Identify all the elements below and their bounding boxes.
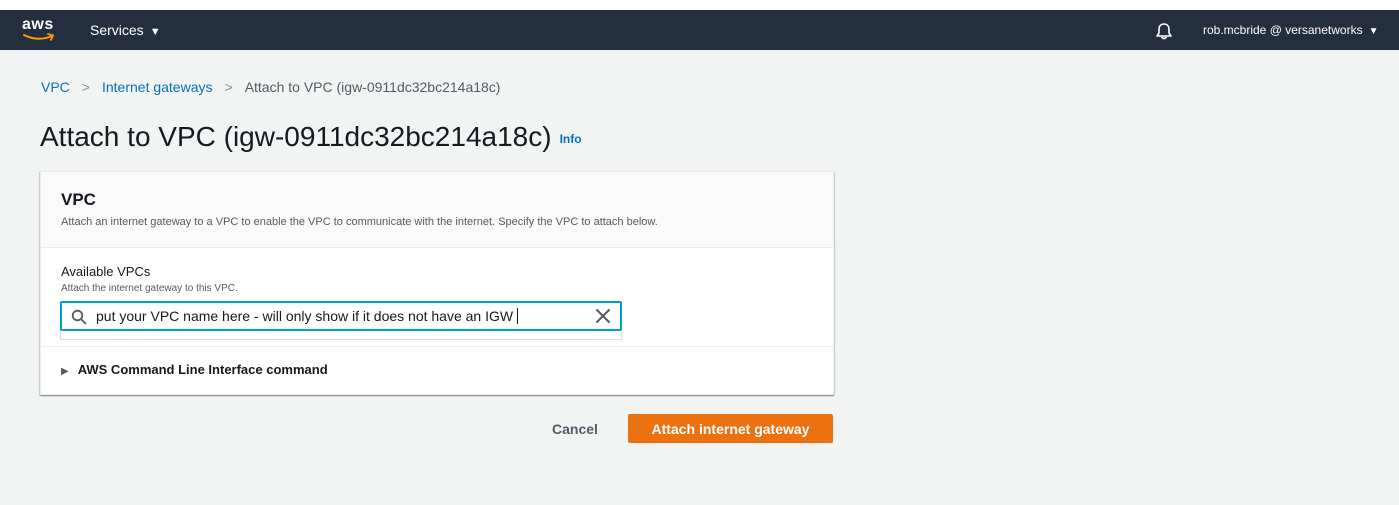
aws-logo[interactable]: aws xyxy=(22,16,58,44)
chevron-right-icon: > xyxy=(224,79,233,95)
cancel-button[interactable]: Cancel xyxy=(538,415,612,443)
close-icon[interactable] xyxy=(595,308,611,324)
vpc-search-input[interactable] xyxy=(96,303,576,329)
services-label: Services xyxy=(90,22,144,38)
cli-command-toggle[interactable]: ▶ AWS Command Line Interface command xyxy=(61,362,328,380)
available-vpcs-description: Attach the internet gateway to this VPC. xyxy=(61,283,238,294)
panel-title: VPC xyxy=(61,190,96,209)
caret-down-icon: ▼ xyxy=(1368,26,1379,37)
bell-icon[interactable] xyxy=(1154,21,1174,41)
top-navbar: aws Services ▼ rob.mcbride @ versanetwork… xyxy=(0,10,1399,50)
panel-description: Attach an internet gateway to a VPC to e… xyxy=(61,216,658,228)
cli-command-label: AWS Command Line Interface command xyxy=(77,362,328,377)
account-label: rob.mcbride @ versanetworks xyxy=(1203,23,1363,37)
caret-down-icon: ▼ xyxy=(149,26,161,38)
breadcrumb: VPC > Internet gateways > Attach to VPC (igw… xyxy=(41,78,500,96)
aws-logo-text: aws xyxy=(22,16,54,33)
text-cursor xyxy=(517,308,518,324)
search-icon xyxy=(71,309,87,325)
page-title: Attach to VPC (igw-0911dc32bc214a18c) xyxy=(40,121,552,152)
attach-internet-gateway-button[interactable]: Attach internet gateway xyxy=(628,414,833,443)
breadcrumb-internet-gateways[interactable]: Internet gateways xyxy=(102,79,213,95)
vpc-dropdown-list xyxy=(60,332,622,340)
caret-right-icon: ▶ xyxy=(61,366,69,377)
panel-header: VPC Attach an internet gateway to a VPC … xyxy=(41,172,833,248)
top-strip xyxy=(0,0,1399,10)
aws-smile-icon xyxy=(23,33,55,41)
account-menu[interactable]: rob.mcbride @ versanetworks ▼ xyxy=(1203,22,1378,40)
chevron-right-icon: > xyxy=(81,79,90,95)
breadcrumb-current: Attach to VPC (igw-0911dc32bc214a18c) xyxy=(244,79,501,95)
vpc-panel: VPC Attach an internet gateway to a VPC … xyxy=(40,171,834,395)
available-vpcs-label: Available VPCs xyxy=(61,264,151,279)
page-title-container: Attach to VPC (igw-0911dc32bc214a18c) Inf… xyxy=(40,120,582,156)
vpc-search-box[interactable] xyxy=(60,301,622,331)
panel-divider xyxy=(41,346,833,347)
info-link[interactable]: Info xyxy=(560,132,582,146)
breadcrumb-vpc[interactable]: VPC xyxy=(41,79,70,95)
services-menu[interactable]: Services ▼ xyxy=(90,21,161,41)
